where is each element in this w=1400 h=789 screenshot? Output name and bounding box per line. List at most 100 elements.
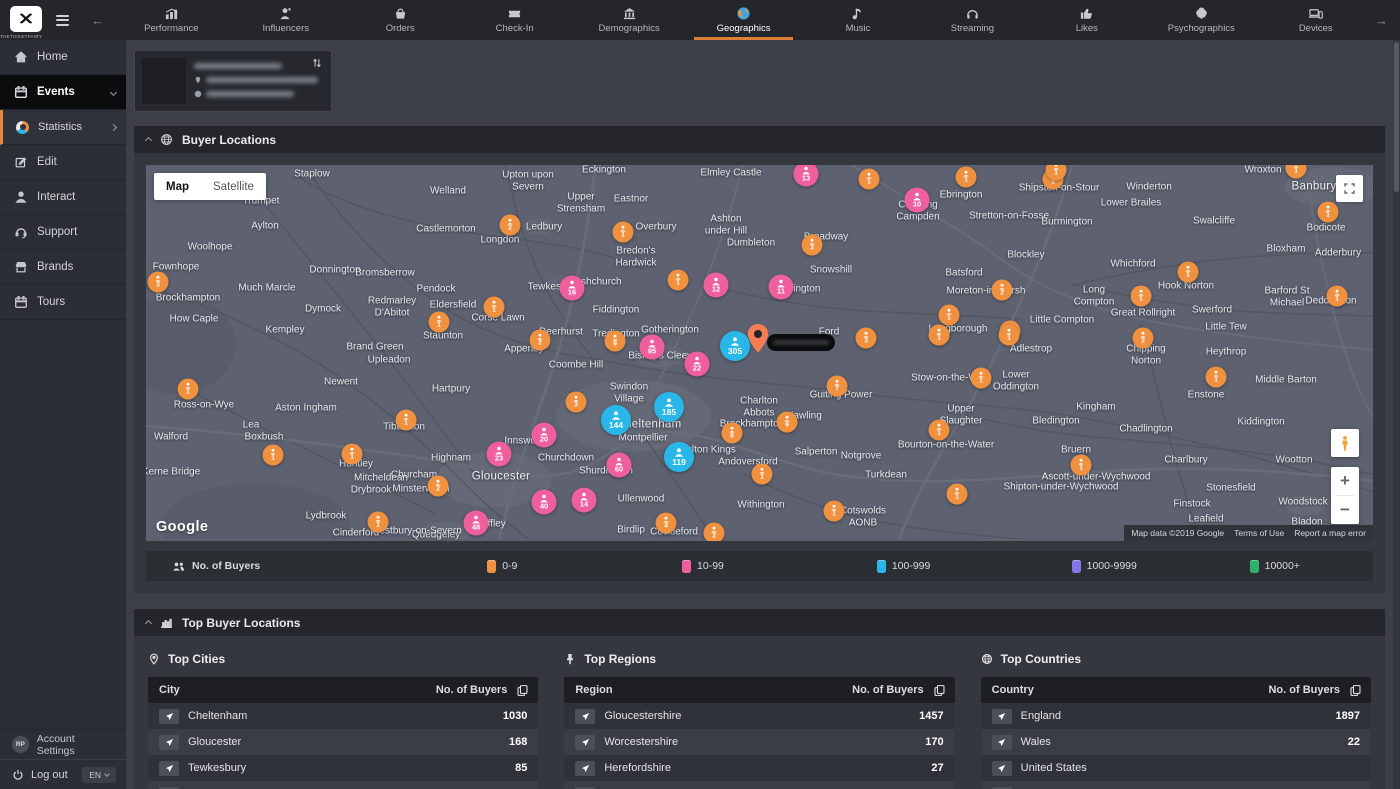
buyer-cluster-marker[interactable]: 22 — [685, 352, 710, 377]
buyer-cluster-marker[interactable]: 1 — [859, 169, 880, 190]
table-row[interactable]: England1897 — [981, 703, 1371, 729]
zoom-in-button[interactable]: + — [1331, 467, 1359, 495]
buyer-cluster-marker[interactable]: 95 — [640, 335, 665, 360]
page-scrollbar[interactable] — [1393, 40, 1400, 789]
terms-link[interactable]: Terms of Use — [1234, 528, 1284, 538]
buyer-cluster-marker[interactable]: 1 — [929, 325, 950, 346]
table-row[interactable]: Stroud83 — [148, 781, 538, 789]
navigate-icon[interactable] — [992, 735, 1012, 750]
buyer-cluster-marker[interactable]: 7 — [827, 376, 848, 397]
navigate-icon[interactable] — [159, 709, 179, 724]
buyer-locations-header[interactable]: Buyer Locations — [134, 126, 1385, 153]
buyer-cluster-marker[interactable]: 1 — [668, 270, 689, 291]
tab-music[interactable]: Music — [801, 0, 915, 40]
buyer-cluster-marker[interactable]: 3 — [566, 392, 587, 413]
event-card[interactable] — [134, 50, 332, 112]
buyer-cluster-marker[interactable]: 1 — [971, 368, 992, 389]
buyer-cluster-marker[interactable]: 1 — [939, 305, 960, 326]
table-row[interactable]: Herefordshire27 — [564, 755, 954, 781]
buyer-cluster-marker[interactable]: 11 — [769, 275, 794, 300]
sidebar-item-home[interactable]: Home — [0, 40, 126, 75]
navigate-icon[interactable] — [159, 761, 179, 776]
buyer-cluster-marker[interactable]: 2 — [500, 215, 521, 236]
fullscreen-button[interactable] — [1336, 175, 1363, 202]
buyer-cluster-marker[interactable]: 1 — [947, 484, 968, 505]
app-logo[interactable]: THETICKETFAIRY — [0, 4, 42, 39]
buyer-cluster-marker[interactable]: 10 — [905, 188, 930, 213]
buyer-cluster-marker[interactable]: 48 — [464, 511, 489, 536]
buyer-cluster-marker[interactable]: 1 — [752, 464, 773, 485]
tab-geographics[interactable]: Geographics — [686, 0, 800, 40]
navigate-icon[interactable] — [159, 735, 179, 750]
buyer-locations-map[interactable]: StaplowUpton upon SevernEckingtonElmley … — [146, 165, 1373, 541]
table-row[interactable]: Worcestershire170 — [564, 729, 954, 755]
table-row[interactable]: Oxfordshire23 — [564, 781, 954, 789]
sidebar-item-edit[interactable]: Edit — [0, 145, 126, 180]
buyer-cluster-marker[interactable]: 9 — [605, 331, 626, 352]
table-row[interactable]: Gloucester168 — [148, 729, 538, 755]
table-row[interactable]: South Africa3 — [981, 781, 1371, 789]
navigate-icon[interactable] — [575, 709, 595, 724]
buyer-cluster-marker[interactable]: 20 — [532, 423, 557, 448]
tab-likes[interactable]: Likes — [1030, 0, 1144, 40]
tab-demographics[interactable]: Demographics — [572, 0, 686, 40]
table-row[interactable]: Tewkesbury85 — [148, 755, 538, 781]
buyer-cluster-marker[interactable]: 1 — [956, 167, 977, 188]
top-buyer-locations-header[interactable]: Top Buyer Locations — [134, 609, 1385, 636]
buyer-cluster-marker[interactable]: 1 — [1071, 455, 1092, 476]
back-arrow-icon[interactable]: ← — [91, 13, 104, 28]
tab-check-in[interactable]: Check-In — [457, 0, 571, 40]
tab-orders[interactable]: Orders — [343, 0, 457, 40]
buyer-cluster-marker[interactable]: 1 — [613, 222, 634, 243]
tab-influencers[interactable]: Influencers — [229, 0, 343, 40]
buyer-cluster-marker[interactable]: 1 — [484, 297, 505, 318]
buyer-cluster-marker[interactable]: 6 — [722, 423, 743, 444]
buyer-cluster-marker[interactable]: 1 — [178, 379, 199, 400]
buyer-cluster-marker[interactable]: 14 — [572, 488, 597, 513]
buyer-cluster-marker[interactable]: 1 — [1178, 262, 1199, 283]
buyer-cluster-marker[interactable]: 60 — [607, 453, 632, 478]
tab-psychographics[interactable]: Psychographics — [1144, 0, 1258, 40]
navigate-icon[interactable] — [575, 735, 595, 750]
forward-arrow-icon[interactable]: → — [1375, 13, 1388, 28]
tab-streaming[interactable]: Streaming — [915, 0, 1029, 40]
buyer-cluster-marker[interactable]: 40 — [532, 490, 557, 515]
sidebar-item-interact[interactable]: Interact — [0, 180, 126, 215]
copy-icon[interactable] — [933, 684, 946, 697]
buyer-cluster-marker[interactable]: 1 — [999, 325, 1020, 346]
buyer-cluster-marker[interactable]: 4 — [656, 513, 677, 534]
navigate-icon[interactable] — [575, 761, 595, 776]
swap-event-icon[interactable] — [311, 57, 323, 69]
table-row[interactable]: United States — [981, 755, 1371, 781]
buyer-cluster-marker[interactable]: 144 — [601, 405, 631, 435]
navigate-icon[interactable] — [992, 709, 1012, 724]
buyer-cluster-marker[interactable]: 1 — [368, 512, 389, 533]
buyer-cluster-marker[interactable]: 2 — [704, 523, 725, 542]
table-row[interactable]: Cheltenham1030 — [148, 703, 538, 729]
sidebar-item-tours[interactable]: Tours — [0, 285, 126, 320]
table-row[interactable]: Wales22 — [981, 729, 1371, 755]
buyer-cluster-marker[interactable]: 1 — [1206, 367, 1227, 388]
buyer-cluster-marker[interactable]: 2 — [428, 476, 449, 497]
sidebar-item-events[interactable]: Events — [0, 75, 126, 110]
copy-icon[interactable] — [1349, 684, 1362, 697]
buyer-cluster-marker[interactable]: 119 — [664, 442, 694, 472]
report-error-link[interactable]: Report a map error — [1294, 528, 1366, 538]
buyer-cluster-marker[interactable]: 1 — [396, 410, 417, 431]
buyer-cluster-marker[interactable]: 12 — [704, 273, 729, 298]
logout-button[interactable]: Log out — [12, 769, 75, 781]
buyer-cluster-marker[interactable]: 23 — [487, 442, 512, 467]
buyer-cluster-marker[interactable]: 185 — [654, 392, 684, 422]
buyer-cluster-marker[interactable]: 2 — [530, 330, 551, 351]
buyer-cluster-marker[interactable]: 1 — [1131, 286, 1152, 307]
sidebar-item-statistics[interactable]: Statistics — [0, 110, 126, 145]
buyer-cluster-marker[interactable]: 3 — [802, 235, 823, 256]
navigate-icon[interactable] — [992, 761, 1012, 776]
menu-icon[interactable] — [56, 15, 69, 26]
buyer-cluster-marker[interactable]: 305 — [720, 331, 750, 361]
map-view-button[interactable]: Map — [154, 173, 201, 200]
buyer-cluster-marker[interactable]: 2 — [992, 280, 1013, 301]
pegman-streetview-button[interactable] — [1331, 429, 1359, 457]
buyer-cluster-marker[interactable]: 1 — [342, 444, 363, 465]
account-settings[interactable]: RP Account Settings — [0, 729, 126, 759]
